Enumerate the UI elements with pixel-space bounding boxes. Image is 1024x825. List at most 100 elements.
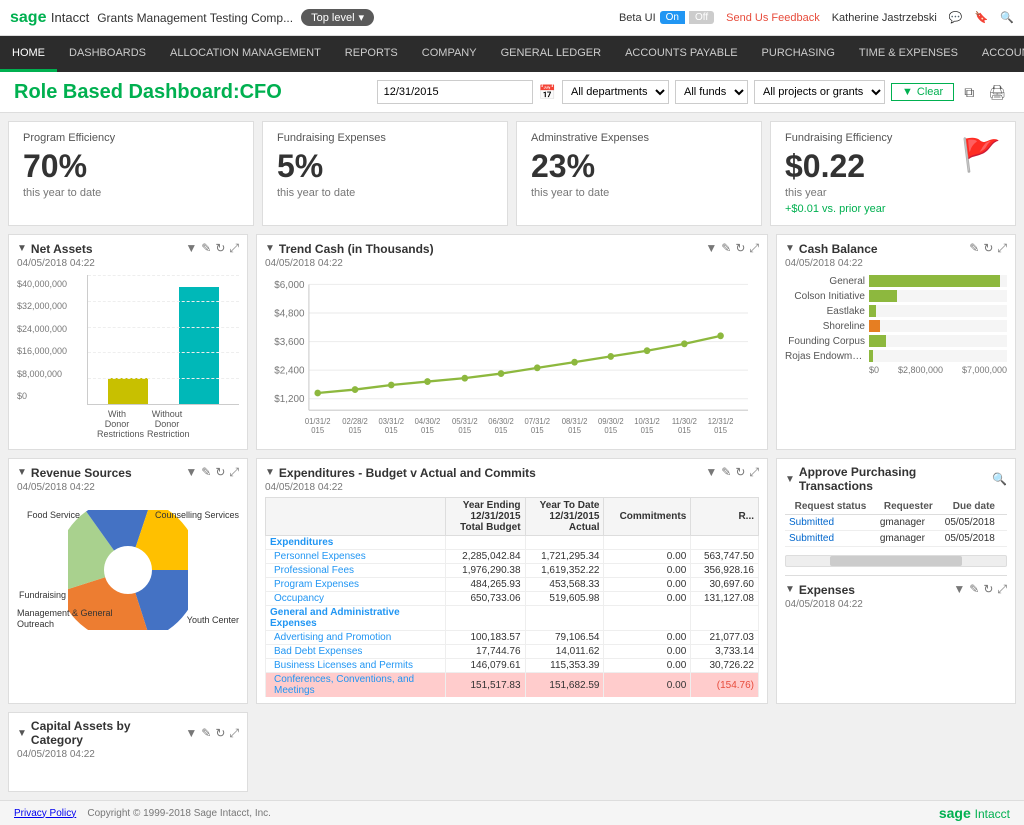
nav-dashboards[interactable]: DASHBOARDS xyxy=(57,36,158,72)
hbar-label-shoreline: Shoreline xyxy=(785,321,865,332)
date-filter[interactable] xyxy=(377,80,533,104)
table-row: Advertising and Promotion 100,183.57 79,… xyxy=(266,631,759,645)
refresh-icon[interactable]: ↻ xyxy=(215,726,225,741)
exp-row-occupancy-zero: 0.00 xyxy=(604,592,691,606)
nav-purchasing[interactable]: PURCHASING xyxy=(750,36,847,72)
exp-row-business-r: 30,726.22 xyxy=(691,659,759,673)
exp-row-general-admin-actual xyxy=(525,606,604,631)
cash-balance-collapse-icon[interactable]: ▼ xyxy=(785,243,795,254)
capital-assets-actions: ▼ ✎ ↻ ⤢ xyxy=(185,726,239,741)
expand-icon[interactable]: ⤢ xyxy=(229,465,239,480)
exp-row-expenditures-r xyxy=(691,536,759,550)
refresh-icon[interactable]: ↻ xyxy=(735,241,745,256)
nav-general-ledger[interactable]: GENERAL LEDGER xyxy=(489,36,613,72)
refresh-icon[interactable]: ↻ xyxy=(983,241,993,256)
copy-icon[interactable]: ⧉ xyxy=(960,82,978,103)
hbar-bar-colson xyxy=(869,290,897,302)
exp-row-general-admin-commits xyxy=(604,606,691,631)
expand-icon[interactable]: ⤢ xyxy=(749,465,759,480)
search-icon[interactable]: 🔍 xyxy=(992,472,1007,486)
hbar-wrap-founding xyxy=(869,335,1007,347)
nav-accounts-receivable[interactable]: ACCOUNTS RECEIVAB... xyxy=(970,36,1024,72)
svg-text:015: 015 xyxy=(495,426,508,433)
edit-icon[interactable]: ✎ xyxy=(969,582,979,597)
user-name: Katherine Jastrzebski xyxy=(832,12,937,24)
cash-balance-title: Cash Balance xyxy=(799,242,878,256)
department-filter[interactable]: All departments xyxy=(562,80,669,104)
expand-icon[interactable]: ⤢ xyxy=(229,241,239,256)
kpi-program-label: Program Efficiency xyxy=(23,132,239,144)
approve-collapse-icon[interactable]: ▼ xyxy=(785,474,795,485)
edit-icon[interactable]: ✎ xyxy=(201,241,211,256)
kpi-admin-value: 23% xyxy=(531,148,747,185)
filter-icon[interactable]: ▼ xyxy=(953,582,965,597)
svg-text:015: 015 xyxy=(641,426,654,433)
toggle-on[interactable]: On xyxy=(660,11,685,24)
hbar-wrap-rojas xyxy=(869,350,1007,362)
revenue-collapse-icon[interactable]: ▼ xyxy=(17,467,27,478)
nav-home[interactable]: HOME xyxy=(0,36,57,72)
page-controls: 📅 All departments All funds All projects… xyxy=(377,80,1010,104)
exp-row-business-label: Business Licenses and Permits xyxy=(266,659,446,673)
kpi-program-value: 70% xyxy=(23,148,239,185)
expand-icon[interactable]: ⤢ xyxy=(749,241,759,256)
calendar-icon[interactable]: 📅 xyxy=(539,84,556,101)
send-feedback-link[interactable]: Send Us Feedback xyxy=(726,12,820,24)
filter-icon[interactable]: ▼ xyxy=(185,726,197,741)
approve-scrollbar[interactable] xyxy=(785,555,1007,567)
exp-row-general-admin-r xyxy=(691,606,759,631)
svg-text:015: 015 xyxy=(604,426,617,433)
net-assets-collapse-icon[interactable]: ▼ xyxy=(17,243,27,254)
exp-row-advertising-budget: 100,183.57 xyxy=(446,631,526,645)
nav-reports[interactable]: REPORTS xyxy=(333,36,410,72)
kpi-admin-expenses: Adminstrative Expenses 23% this year to … xyxy=(516,121,762,226)
svg-text:04/30/2: 04/30/2 xyxy=(415,417,441,426)
print-icon[interactable]: 🖨 xyxy=(984,82,1010,103)
filter-icon[interactable]: ▼ xyxy=(705,465,717,480)
expenditures-title: Expenditures - Budget v Actual and Commi… xyxy=(279,466,536,480)
svg-text:05/31/2: 05/31/2 xyxy=(452,417,478,426)
approve-transactions-card: ▼ Approve Purchasing Transactions 🔍 Requ… xyxy=(776,458,1016,704)
refresh-icon[interactable]: ↻ xyxy=(215,241,225,256)
exp-row-program-zero: 0.00 xyxy=(604,578,691,592)
revenue-sources-date: 04/05/2018 04:22 xyxy=(17,482,239,493)
clear-button[interactable]: ▼ Clear xyxy=(891,83,954,101)
exp-row-program-actual: 453,568.33 xyxy=(525,578,604,592)
edit-icon[interactable]: ✎ xyxy=(721,465,731,480)
hbar-wrap-shoreline xyxy=(869,320,1007,332)
hbar-label-eastlake: Eastlake xyxy=(785,306,865,317)
refresh-icon[interactable]: ↻ xyxy=(983,582,993,597)
exp-row-personnel-commits-zero: 0.00 xyxy=(604,550,691,564)
filter-icon[interactable]: ▼ xyxy=(185,465,197,480)
nav-allocation[interactable]: ALLOCATION MANAGEMENT xyxy=(158,36,333,72)
privacy-link[interactable]: Privacy Policy xyxy=(14,808,76,819)
toggle-off[interactable]: Off xyxy=(689,11,714,24)
expand-icon[interactable]: ⤢ xyxy=(997,582,1007,597)
project-filter[interactable]: All projects or grants xyxy=(754,80,885,104)
trend-cash-collapse-icon[interactable]: ▼ xyxy=(265,243,275,254)
search-icon[interactable]: 🔍 xyxy=(1000,11,1014,24)
expenditures-collapse-icon[interactable]: ▼ xyxy=(265,467,275,478)
nav-time-expenses[interactable]: TIME & EXPENSES xyxy=(847,36,970,72)
refresh-icon[interactable]: ↻ xyxy=(735,465,745,480)
filter-icon[interactable]: ▼ xyxy=(185,241,197,256)
edit-icon[interactable]: ✎ xyxy=(969,241,979,256)
bookmark-icon[interactable]: 🔖 xyxy=(975,11,989,24)
expand-icon[interactable]: ⤢ xyxy=(229,726,239,741)
expand-icon[interactable]: ⤢ xyxy=(997,241,1007,256)
refresh-icon[interactable]: ↻ xyxy=(215,465,225,480)
fund-filter[interactable]: All funds xyxy=(675,80,748,104)
kpi-row: Program Efficiency 70% this year to date… xyxy=(8,121,1016,226)
pie-label-fundraising: Fundraising xyxy=(19,590,66,600)
edit-icon[interactable]: ✎ xyxy=(201,465,211,480)
filter-icon[interactable]: ▼ xyxy=(705,241,717,256)
capital-collapse-icon[interactable]: ▼ xyxy=(17,728,27,739)
edit-icon[interactable]: ✎ xyxy=(721,241,731,256)
nav-company[interactable]: COMPANY xyxy=(410,36,489,72)
expenses-bottom-collapse-icon[interactable]: ▼ xyxy=(785,584,795,595)
top-level-button[interactable]: Top level ▾ xyxy=(301,9,374,26)
message-icon[interactable]: 💬 xyxy=(949,11,963,24)
nav-accounts-payable[interactable]: ACCOUNTS PAYABLE xyxy=(613,36,749,72)
exp-row-professional-r: 356,928.16 xyxy=(691,564,759,578)
edit-icon[interactable]: ✎ xyxy=(201,726,211,741)
